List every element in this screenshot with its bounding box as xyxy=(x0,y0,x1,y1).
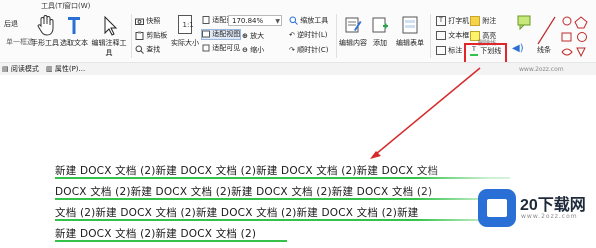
doc-line-1: 新建 DOCX 文档 (2)新建 DOCX 文档 (2)新建 DOCX 文档 (… xyxy=(55,165,439,177)
brand-name: 20下载网 xyxy=(520,197,586,214)
doc-line-4: 新建 DOCX 文档 (2)新建 DOCX 文档 (2) xyxy=(55,228,257,240)
underline-mark-4 xyxy=(55,240,287,242)
doc-line-3: 文档 (2)新建 DOCX 文档 (2)新建 DOCX 文档 (2)新建 DOC… xyxy=(55,207,419,219)
brand-logo-icon xyxy=(478,189,516,227)
doc-line-2: DOCX 文档 (2)新建 DOCX 文档 (2)新建 DOCX 文档 (2)新… xyxy=(55,186,433,198)
watermark-logo: 20下载网 www.2ozz.com xyxy=(478,183,596,233)
brand-url: www.2ozz.com xyxy=(521,213,578,220)
